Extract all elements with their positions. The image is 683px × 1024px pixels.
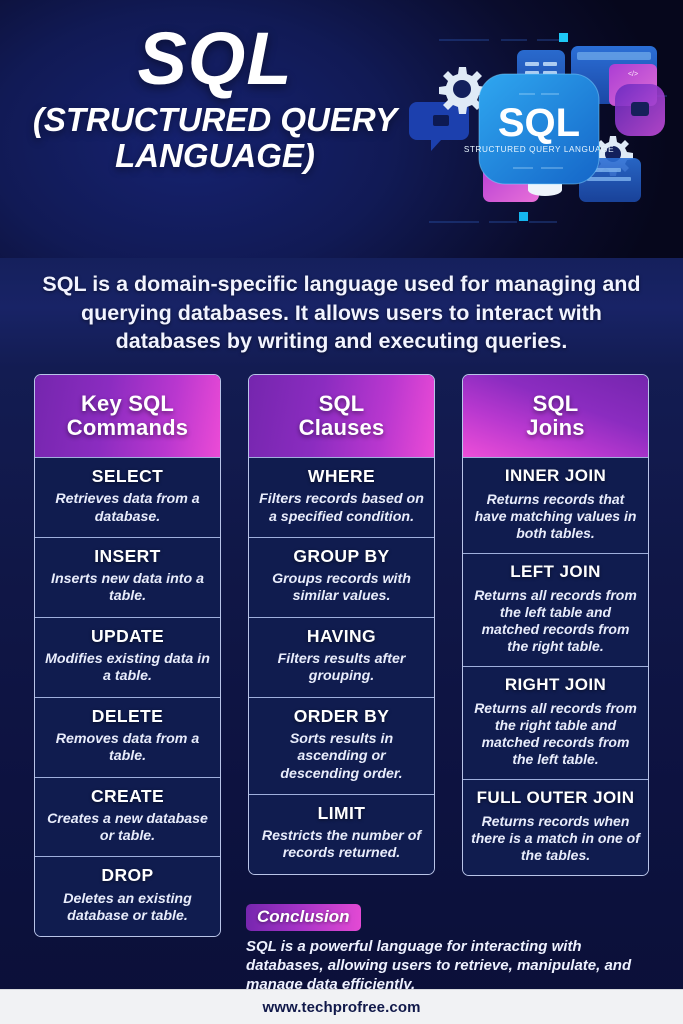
item-description: Filters records based on a specified con… bbox=[259, 491, 424, 525]
item-description: Deletes an existing database or table. bbox=[63, 890, 192, 924]
page-title: SQL bbox=[137, 17, 293, 100]
conclusion-badge: Conclusion bbox=[246, 904, 361, 931]
list-item: DROP Deletes an existing database or tab… bbox=[35, 856, 220, 937]
item-title: FULL OUTER JOIN bbox=[476, 787, 635, 807]
list-item: INSERT Inserts new data into a table. bbox=[35, 536, 220, 617]
conclusion-section: Conclusion SQL is a powerful language fo… bbox=[246, 904, 651, 994]
list-item: LEFT JOIN Returns all records from the l… bbox=[463, 552, 648, 666]
card-header-sql-clauses: SQL Clauses bbox=[249, 375, 434, 457]
card-heading-line1: SQL bbox=[318, 391, 365, 417]
item-description: Modifies existing data in a table. bbox=[45, 651, 210, 685]
item-description: Creates a new database or table. bbox=[47, 810, 208, 845]
list-item: SELECT Retrieves data from a database. bbox=[35, 457, 220, 537]
item-title: GROUP BY bbox=[293, 545, 390, 566]
item-description: Retrieves data from a database. bbox=[55, 491, 200, 525]
item-description: Sorts results in ascending or descending… bbox=[280, 730, 403, 782]
illustration-card-title: SQL bbox=[498, 101, 580, 145]
card-heading-line1: Key SQL bbox=[80, 391, 175, 417]
content-area: Key SQL Commands SELECT Retrieves data f… bbox=[0, 368, 683, 1024]
item-description: Inserts new data into a table. bbox=[51, 571, 204, 605]
columns-container: Key SQL Commands SELECT Retrieves data f… bbox=[0, 374, 683, 938]
list-item: HAVING Filters results after grouping. bbox=[249, 616, 434, 697]
list-item: ORDER BY Sorts results in ascending or d… bbox=[249, 696, 434, 794]
item-title: SELECT bbox=[91, 466, 164, 486]
footer-website-url[interactable]: www.techprofree.com bbox=[262, 999, 420, 1016]
intro-section: SQL is a domain-specific language used f… bbox=[0, 258, 683, 368]
item-title: CREATE bbox=[90, 785, 165, 806]
list-item: INNER JOIN Returns records that have mat… bbox=[463, 457, 648, 553]
card-heading-line2: Clauses bbox=[298, 415, 385, 440]
hero-header: SQL (STRUCTURED QUERY LANGUAGE) </> SQL … bbox=[0, 0, 683, 258]
illustration-card-subtitle: STRUCTURED QUERY LANGUAGE bbox=[464, 145, 614, 154]
card-header-key-sql-commands: Key SQL Commands bbox=[35, 375, 220, 457]
card-header-sql-joins: SQL Joins bbox=[463, 375, 648, 457]
item-title: LIMIT bbox=[317, 802, 366, 823]
item-title: HAVING bbox=[306, 625, 377, 646]
list-item: WHERE Filters records based on a specifi… bbox=[249, 457, 434, 537]
card-heading-line1: SQL bbox=[532, 391, 579, 417]
column-sql-clauses: SQL Clauses WHERE Filters records based … bbox=[248, 374, 435, 937]
item-title: INSERT bbox=[94, 545, 161, 566]
conclusion-text: SQL is a powerful language for interacti… bbox=[246, 938, 632, 993]
item-title: ORDER BY bbox=[293, 705, 390, 726]
card-sql-clauses: SQL Clauses WHERE Filters records based … bbox=[248, 374, 435, 875]
sql-hero-illustration: </> SQL STRUCTURED QUERY LANGUAGE bbox=[409, 33, 667, 223]
list-item: RIGHT JOIN Returns all records from the … bbox=[463, 665, 648, 779]
item-title: WHERE bbox=[307, 466, 376, 486]
item-description: Returns records that have matching value… bbox=[474, 490, 637, 541]
page-subtitle: (STRUCTURED QUERY LANGUAGE) bbox=[32, 101, 398, 174]
item-description: Returns records when there is a match in… bbox=[471, 812, 640, 863]
infographic-poster: SQL (STRUCTURED QUERY LANGUAGE) </> SQL … bbox=[0, 0, 683, 1024]
footer-bar: www.techprofree.com bbox=[0, 989, 683, 1024]
item-description: Restricts the number of records returned… bbox=[261, 828, 422, 862]
svg-text:</>: </> bbox=[628, 71, 638, 78]
intro-text: SQL is a domain-specific language used f… bbox=[42, 272, 641, 354]
column-key-sql-commands: Key SQL Commands SELECT Retrieves data f… bbox=[34, 374, 221, 938]
card-heading-line2: Commands bbox=[66, 415, 189, 440]
hero-title-block: SQL (STRUCTURED QUERY LANGUAGE) bbox=[0, 17, 430, 174]
list-item: FULL OUTER JOIN Returns records when the… bbox=[463, 778, 648, 875]
list-item: DELETE Removes data from a table. bbox=[35, 696, 220, 777]
item-title: RIGHT JOIN bbox=[504, 674, 607, 694]
item-description: Filters results after grouping. bbox=[277, 651, 406, 685]
list-item: LIMIT Restricts the number of records re… bbox=[249, 793, 434, 874]
column-sql-joins: SQL Joins INNER JOIN Returns records tha… bbox=[462, 374, 649, 937]
item-title: INNER JOIN bbox=[504, 466, 607, 485]
item-title: LEFT JOIN bbox=[510, 561, 601, 581]
item-description: Returns all records from the right table… bbox=[474, 699, 637, 767]
list-item: UPDATE Modifies existing data in a table… bbox=[35, 616, 220, 697]
list-item: GROUP BY Groups records with similar val… bbox=[249, 536, 434, 617]
card-key-sql-commands: Key SQL Commands SELECT Retrieves data f… bbox=[34, 374, 221, 938]
card-heading-line2: Joins bbox=[526, 415, 585, 440]
item-description: Groups records with similar values. bbox=[272, 571, 411, 605]
list-item: CREATE Creates a new database or table. bbox=[35, 776, 220, 857]
item-description: Returns all records from the left table … bbox=[474, 586, 637, 654]
item-title: DROP bbox=[101, 865, 154, 886]
card-sql-joins: SQL Joins INNER JOIN Returns records tha… bbox=[462, 374, 649, 876]
item-title: DELETE bbox=[91, 705, 164, 726]
item-description: Removes data from a table. bbox=[55, 730, 200, 765]
item-title: UPDATE bbox=[90, 625, 165, 646]
